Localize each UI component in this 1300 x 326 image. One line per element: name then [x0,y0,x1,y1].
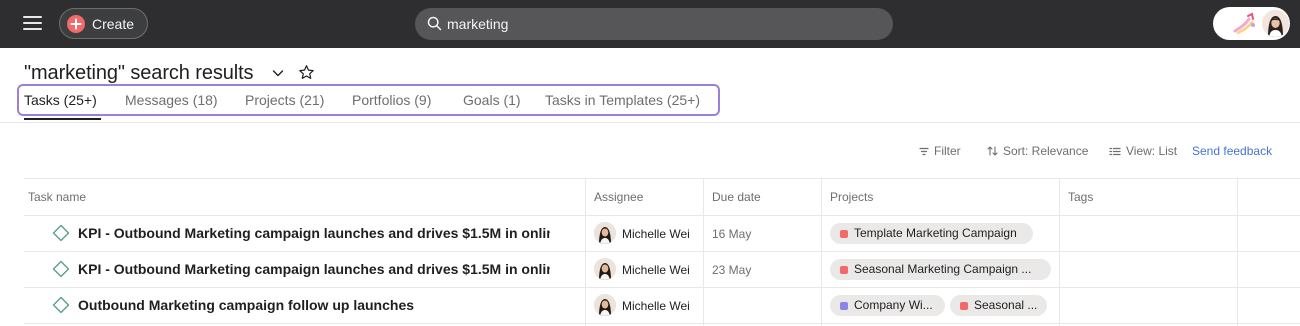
create-button[interactable]: Create [59,8,148,39]
filter-label: Filter [934,144,961,158]
sort-label: Sort: Relevance [1003,144,1089,158]
project-pill[interactable]: Company Wi... [830,295,945,316]
row-divider [24,251,1300,252]
send-feedback-link[interactable]: Send feedback [1192,144,1272,158]
column-header-tags[interactable]: Tags [1068,190,1093,204]
sort-icon [987,146,998,156]
project-pill[interactable]: Seasonal Marketing Campaign ... [830,259,1051,280]
assignee-name: Michelle Wei [622,227,690,241]
tab-messages[interactable]: Messages (18) [125,92,218,108]
tab-portfolios[interactable]: Portfolios (9) [352,92,431,108]
list-icon [1109,147,1121,155]
header-divider [24,215,1300,216]
search-input[interactable]: marketing [415,8,893,40]
sort-button[interactable]: Sort: Relevance [987,144,1088,158]
create-label: Create [92,16,135,32]
filter-button[interactable]: Filter [919,144,961,158]
complete-task-icon[interactable] [52,260,70,278]
column-divider [703,178,704,326]
project-label: Seasonal ... [974,298,1038,312]
assignee-name: Michelle Wei [622,263,690,277]
project-label: Company Wi... [854,298,933,312]
view-button[interactable]: View: List [1109,144,1177,158]
search-icon [427,16,442,31]
tab-tasks-in-templates[interactable]: Tasks in Templates (25+) [545,92,700,108]
project-color-icon [960,302,968,310]
column-divider [821,178,822,326]
filter-icon [919,147,929,155]
project-color-icon [840,266,848,274]
column-divider [1237,178,1238,326]
column-divider [585,178,586,326]
table-top-border [24,178,1300,179]
row-divider [24,287,1300,288]
column-header-projects[interactable]: Projects [830,190,873,204]
project-color-icon [840,302,848,310]
column-header-task-name[interactable]: Task name [28,190,86,204]
project-pill[interactable]: Template Marketing Campaign [830,223,1033,244]
row-divider [24,323,1300,324]
assignee-name: Michelle Wei [622,299,690,313]
view-label: View: List [1126,144,1178,158]
task-name[interactable]: KPI - Outbound Marketing campaign launch… [78,261,550,277]
hamburger-icon[interactable] [23,15,42,31]
tab-tasks[interactable]: Tasks (25+) [24,92,97,108]
column-divider [1059,178,1060,326]
complete-task-icon[interactable] [52,224,70,242]
active-tab-indicator [24,118,101,120]
search-query: marketing [447,16,509,32]
workspace-logo-icon [1233,12,1255,35]
top-bar: Create marketing [0,0,1300,48]
assignee-avatar[interactable] [594,222,616,244]
task-name[interactable]: KPI - Outbound Marketing campaign launch… [78,225,550,241]
task-name[interactable]: Outbound Marketing campaign follow up la… [78,297,550,313]
project-label: Template Marketing Campaign [854,226,1017,240]
star-icon[interactable] [298,64,315,81]
project-pill[interactable]: Seasonal ... [950,295,1047,316]
complete-task-icon[interactable] [52,296,70,314]
user-avatar [1262,10,1289,37]
assignee-avatar[interactable] [594,294,616,316]
page-title: "marketing" search results [24,62,254,84]
plus-icon [67,15,85,33]
account-menu[interactable] [1213,7,1290,40]
assignee-avatar[interactable] [594,258,616,280]
project-label: Seasonal Marketing Campaign ... [854,262,1032,276]
column-header-assignee[interactable]: Assignee [594,190,643,204]
chevron-down-icon[interactable] [271,66,285,80]
due-date[interactable]: 16 May [712,227,751,241]
tab-projects[interactable]: Projects (21) [245,92,324,108]
project-color-icon [840,230,848,238]
tabs-divider [0,122,1300,123]
tab-goals[interactable]: Goals (1) [463,92,521,108]
column-header-due-date[interactable]: Due date [712,190,761,204]
due-date[interactable]: 23 May [712,263,751,277]
